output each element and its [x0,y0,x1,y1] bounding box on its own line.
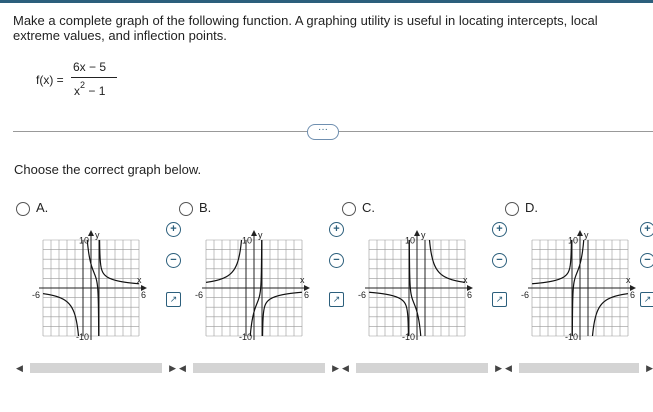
x-max-label: 6 [630,290,635,300]
y-min-label: -10 [76,332,89,342]
external-link-icon[interactable]: ↗ [640,292,653,307]
x-min-label: -6 [32,290,40,300]
top-accent-bar [0,0,653,3]
y-min-label: -10 [402,332,415,342]
y-min-label: -10 [239,332,252,342]
horizontal-scrollbar[interactable]: ◀ ▶ [179,362,339,374]
y-axis-label: y [584,230,589,240]
scrollbar-track[interactable] [356,363,488,373]
option-d-label: D. [525,200,538,215]
x-min-label: -6 [521,290,529,300]
radio-button-b[interactable] [179,202,193,216]
y-axis-label: y [95,230,100,240]
horizontal-scrollbar[interactable]: ◀ ▶ [342,362,502,374]
scroll-left-icon[interactable]: ◀ [16,362,23,374]
y-max-label: 10 [405,235,415,245]
scroll-right-icon[interactable]: ▶ [646,362,653,374]
y-max-label: 10 [242,235,252,245]
x-axis-label: x [626,275,631,285]
x-axis-label: x [300,275,305,285]
graph-b: y x 10 -10 -6 6 [195,230,310,342]
show-more-button[interactable]: ··· [307,124,339,140]
function-curve [591,293,628,336]
x-min-label: -6 [358,290,366,300]
zoom-out-icon[interactable]: − [640,253,653,268]
function-lhs: f(x) = [36,73,64,87]
function-curve [428,240,465,283]
fraction-bar [71,77,117,78]
instruction-text: Choose the correct graph below. [14,162,202,177]
option-b-label: B. [199,200,212,215]
function-expression: f(x) = 6x − 5 x2 − 1 [36,60,176,110]
x-axis-label: x [137,275,142,285]
y-axis-label: y [421,230,426,240]
scroll-right-icon[interactable]: ▶ [332,362,339,374]
option-c-label: C. [362,200,375,215]
radio-button-d[interactable] [505,202,519,216]
radio-button-c[interactable] [342,202,356,216]
option-a-label: A. [36,200,49,215]
x-axis-label: x [463,275,468,285]
scroll-left-icon[interactable]: ◀ [179,362,186,374]
graph-d: y x 10 -10 -6 6 [521,230,636,342]
y-min-label: -10 [565,332,578,342]
scroll-right-icon[interactable]: ▶ [495,362,502,374]
scroll-left-icon[interactable]: ◀ [505,362,512,374]
graph-c: y x 10 -10 -6 6 [358,230,473,342]
question-text: Make a complete graph of the following f… [13,13,598,43]
radio-button-a[interactable] [16,202,30,216]
y-max-label: 10 [568,235,578,245]
y-axis-label: y [258,230,263,240]
x-min-label: -6 [195,290,203,300]
x-max-label: 6 [467,290,472,300]
x-max-label: 6 [304,290,309,300]
scrollbar-track[interactable] [519,363,639,373]
horizontal-scrollbar[interactable]: ◀ ▶ [505,362,653,374]
scroll-right-icon[interactable]: ▶ [169,362,176,374]
scrollbar-track[interactable] [30,363,162,373]
y-max-label: 10 [79,235,89,245]
function-denominator: x2 − 1 [74,80,106,98]
function-curve [206,240,243,283]
zoom-in-icon[interactable]: + [640,222,653,237]
scrollbar-track[interactable] [193,363,325,373]
scroll-left-icon[interactable]: ◀ [342,362,349,374]
graph-a: y x 10 -10 -6 6 [32,230,147,342]
horizontal-scrollbar[interactable]: ◀ ▶ [16,362,176,374]
function-numerator: 6x − 5 [73,60,107,74]
x-max-label: 6 [141,290,146,300]
